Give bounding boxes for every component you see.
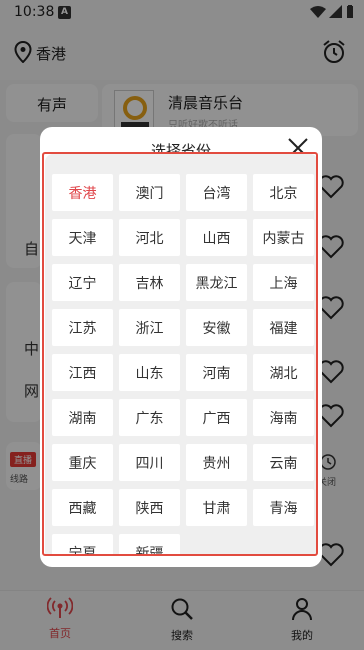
province-option[interactable]: 四川 (119, 444, 180, 481)
province-option[interactable]: 山西 (186, 219, 247, 256)
province-option[interactable]: 上海 (253, 264, 314, 301)
province-option[interactable]: 西藏 (52, 489, 113, 526)
province-option[interactable]: 河北 (119, 219, 180, 256)
province-option[interactable]: 辽宁 (52, 264, 113, 301)
province-option[interactable]: 甘肃 (186, 489, 247, 526)
province-option[interactable]: 河南 (186, 354, 247, 391)
province-option[interactable]: 贵州 (186, 444, 247, 481)
province-option[interactable]: 重庆 (52, 444, 113, 481)
province-option[interactable]: 海南 (253, 399, 314, 436)
province-option[interactable]: 湖北 (253, 354, 314, 391)
province-grid-container[interactable]: 香港 澳门 台湾 北京天津 河北 山西 内蒙古辽宁 吉林 黑龙江 上海江苏 浙江 安徽 福建江西 山东 河南… (45, 154, 318, 554)
province-option[interactable]: 天津 (52, 219, 113, 256)
province-option[interactable]: 台湾 (186, 174, 247, 211)
province-option[interactable]: 陕西 (119, 489, 180, 526)
province-grid: 香港 澳门 台湾 北京天津 河北 山西 内蒙古辽宁 吉林 黑龙江 上海江苏 浙江 安徽 福建江西 山东 河南… (52, 174, 314, 554)
province-option[interactable]: 山东 (119, 354, 180, 391)
province-option[interactable]: 澳门 (119, 174, 180, 211)
province-option[interactable]: 内蒙古 (253, 219, 314, 256)
province-option[interactable]: 广东 (119, 399, 180, 436)
province-option[interactable]: 江西 (52, 354, 113, 391)
province-option[interactable]: 吉林 (119, 264, 180, 301)
province-option[interactable]: 香港 (52, 174, 113, 211)
province-option[interactable]: 广西 (186, 399, 247, 436)
province-option[interactable]: 北京 (253, 174, 314, 211)
province-option[interactable]: 青海 (253, 489, 314, 526)
province-option[interactable]: 黑龙江 (186, 264, 247, 301)
province-option[interactable]: 江苏 (52, 309, 113, 346)
province-option[interactable]: 云南 (253, 444, 314, 481)
province-option[interactable]: 湖南 (52, 399, 113, 436)
province-option[interactable]: 福建 (253, 309, 314, 346)
province-option[interactable]: 宁夏 (52, 534, 113, 554)
province-option[interactable]: 浙江 (119, 309, 180, 346)
province-option[interactable]: 新疆 (119, 534, 180, 554)
province-option[interactable]: 安徽 (186, 309, 247, 346)
province-dialog: 选择省份 香港 澳门 台湾 北京 天津 河北 山西 内蒙古 辽宁 吉林 黑龙江 上海 江苏 浙江 安徽 福建江… (40, 127, 322, 567)
